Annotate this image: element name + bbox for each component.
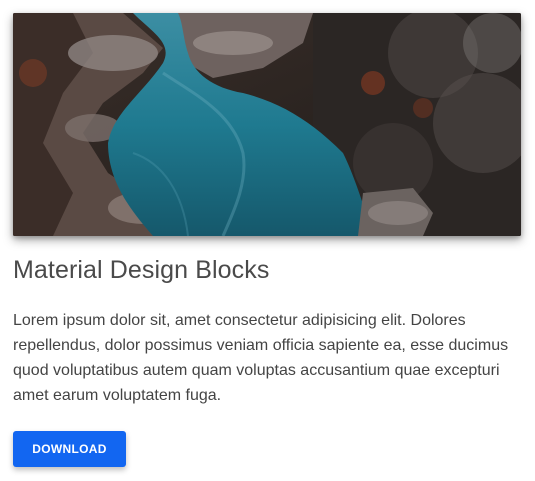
card: Material Design Blocks Lorem ipsum dolor…: [0, 0, 535, 481]
card-image: [13, 13, 521, 236]
card-title: Material Design Blocks: [13, 256, 270, 284]
card-description: Lorem ipsum dolor sit, amet consectetur …: [13, 312, 509, 404]
download-button[interactable]: DOWNLOAD: [13, 431, 126, 467]
river-canyon-photo: [13, 13, 521, 236]
